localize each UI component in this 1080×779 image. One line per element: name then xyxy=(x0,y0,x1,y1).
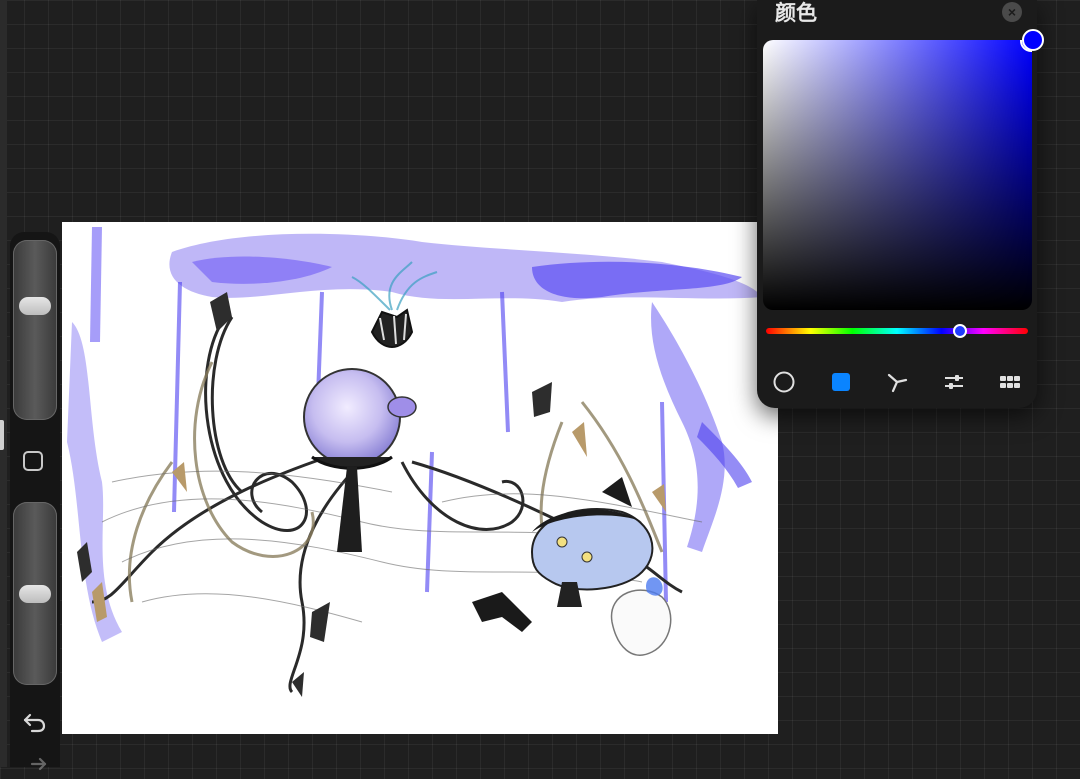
brush-size-handle[interactable] xyxy=(19,296,51,315)
sliders-icon xyxy=(945,375,963,389)
current-color-swatch[interactable] xyxy=(1022,29,1044,51)
circle-icon xyxy=(773,371,795,393)
harmony-icon xyxy=(887,373,908,393)
brush-size-slider[interactable] xyxy=(13,240,57,420)
undo-arrow-icon xyxy=(23,713,46,733)
tab-harmony[interactable] xyxy=(884,369,910,395)
close-icon: × xyxy=(1007,4,1017,20)
color-panel: 颜色 × xyxy=(757,0,1044,408)
tab-classic[interactable] xyxy=(828,369,854,395)
sidebar-handle[interactable] xyxy=(0,420,4,450)
left-sidebar xyxy=(10,232,60,771)
undo-button[interactable] xyxy=(22,710,48,734)
redo-arrow-icon xyxy=(30,757,47,771)
saturation-brightness-picker[interactable] xyxy=(763,40,1032,310)
opacity-slider[interactable] xyxy=(13,502,57,685)
modify-button[interactable] xyxy=(23,451,43,471)
screen-left-edge xyxy=(0,0,7,767)
tab-disc[interactable] xyxy=(771,369,797,395)
hue-slider[interactable] xyxy=(766,324,1028,338)
redo-button[interactable] xyxy=(22,754,48,774)
tab-palettes[interactable] xyxy=(997,369,1023,395)
sketch-artwork xyxy=(67,227,763,697)
drawing-canvas[interactable] xyxy=(62,222,778,734)
tab-value[interactable] xyxy=(941,369,967,395)
close-button[interactable]: × xyxy=(1002,2,1022,22)
square-icon xyxy=(832,373,850,391)
hue-slider-handle[interactable] xyxy=(952,324,967,338)
panel-title: 颜色 xyxy=(775,2,817,25)
opacity-handle[interactable] xyxy=(19,584,51,603)
grid-icon xyxy=(1000,376,1020,388)
